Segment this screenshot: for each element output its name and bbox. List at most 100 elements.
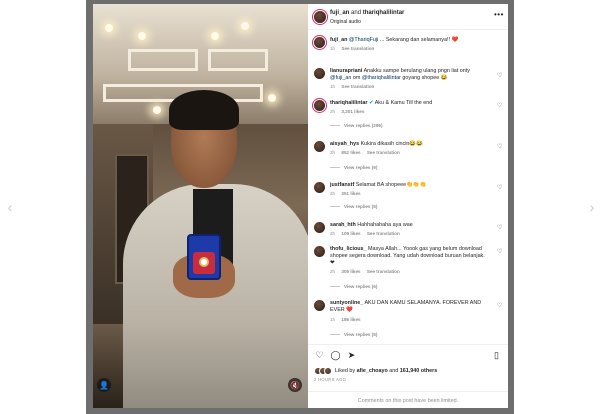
audio-label[interactable]: Original audio <box>330 19 361 25</box>
verified-badge-icon: ✔ <box>368 100 374 106</box>
post-panel: fuji_an and thariqhalilintar Original au… <box>308 4 508 408</box>
ceiling-light <box>105 24 113 32</box>
avatar[interactable] <box>314 300 325 311</box>
ring-gem <box>199 257 209 267</box>
ceiling-light <box>138 32 146 40</box>
share-icon[interactable]: ➤ <box>346 350 357 361</box>
likes-text: Liked by afie_choayo and 161,940 others <box>335 368 437 374</box>
liker-username[interactable]: afie_choayo <box>357 368 388 374</box>
comments-list[interactable]: fuji_an @ThariqFuji ... Sekarang dan sel… <box>308 34 508 344</box>
mention-link[interactable]: Fuji <box>370 37 379 43</box>
comment-username[interactable]: fuji_an <box>330 37 347 43</box>
comment-likes[interactable]: 305 likes <box>341 269 360 274</box>
likes-summary: Liked by afie_choayo and 161,940 others <box>314 367 437 375</box>
view-replies-button[interactable]: View replies (5) <box>330 204 377 209</box>
comment-likes[interactable]: 351 likes <box>341 191 360 196</box>
person-hair <box>169 90 239 130</box>
like-comment-icon[interactable]: ♡ <box>497 184 502 191</box>
comment-username[interactable]: lianurapriani <box>330 68 362 74</box>
action-bar: ♡ ◯ ➤ ▯ Liked by afie_choayo and 161,940… <box>308 344 508 408</box>
see-translation-button[interactable]: See translation <box>341 46 374 51</box>
avatar[interactable] <box>314 37 325 48</box>
likes-prefix: Liked by <box>335 368 356 374</box>
collab-username[interactable]: thariqhalilintar <box>363 10 405 16</box>
comment-username[interactable]: thofu_licious_ <box>330 246 367 252</box>
avatar[interactable] <box>314 222 325 233</box>
like-icon[interactable]: ♡ <box>314 350 325 361</box>
comment-content: om <box>351 75 362 81</box>
next-post-icon[interactable]: › <box>584 199 600 215</box>
ceiling-light <box>211 32 219 40</box>
comment-username[interactable]: sarah_hth <box>330 222 356 228</box>
comment-time[interactable]: 2h <box>330 191 335 196</box>
likes-count[interactable]: 161,940 others <box>400 368 437 374</box>
comment-text: sarah_hth Hahhahahaha aya wae <box>330 222 490 229</box>
see-translation-button[interactable]: See translation <box>367 269 400 274</box>
comment-time[interactable]: 1h <box>330 46 335 51</box>
comment-likes[interactable]: 109 likes <box>341 231 360 236</box>
comment-username[interactable]: thariqhalilintar <box>330 100 367 106</box>
view-replies-button[interactable]: View replies (296) <box>330 123 382 128</box>
avatar[interactable] <box>314 246 325 257</box>
see-translation-button[interactable]: See translation <box>367 231 400 236</box>
user-tag-icon[interactable]: 👤 <box>97 378 111 392</box>
comment-content: Aku & Kamu Till the end <box>374 100 433 106</box>
comment-username[interactable]: aisyah_hys <box>330 141 359 147</box>
previous-post-icon[interactable]: ‹ <box>2 199 18 215</box>
avatar[interactable] <box>314 100 325 111</box>
comment-likes[interactable]: 186 likes <box>341 317 360 322</box>
comment-content: Hahhahahaha aya wae <box>357 222 413 228</box>
like-comment-icon[interactable]: ♡ <box>497 102 502 109</box>
comment-meta: 1h 186 likes <box>330 317 366 322</box>
comment-username[interactable]: suntyonline_ <box>330 300 363 306</box>
save-icon[interactable]: ▯ <box>491 350 502 361</box>
avatar[interactable] <box>314 182 325 193</box>
avatar[interactable] <box>314 68 325 79</box>
comment-likes[interactable]: 3,201 likes <box>341 109 364 114</box>
author-avatar[interactable] <box>314 11 326 23</box>
comment-time[interactable]: 2h <box>330 231 335 236</box>
ceiling-frame <box>128 49 198 71</box>
likes-joiner: and <box>389 368 399 374</box>
mention-link[interactable]: @fuji_an <box>330 75 351 81</box>
post-header: fuji_an and thariqhalilintar Original au… <box>308 4 508 30</box>
like-comment-icon[interactable]: ♡ <box>497 143 502 150</box>
post-video[interactable] <box>93 4 308 408</box>
comment-meta: 2h 109 likes See translation <box>330 231 405 236</box>
ceiling-light <box>153 106 161 114</box>
view-replies-button[interactable]: View replies (9) <box>330 165 377 170</box>
comment-meta: 2h 852 likes See translation <box>330 150 405 155</box>
comment-content: Kukira dikasih cincin😂😂 <box>360 141 423 147</box>
view-replies-button[interactable]: View replies (6) <box>330 284 377 289</box>
author-username[interactable]: fuji_an <box>330 10 349 16</box>
comment-time[interactable]: 1h <box>330 317 335 322</box>
mention-link[interactable]: @Thariq <box>349 37 370 43</box>
like-comment-icon[interactable]: ♡ <box>497 72 502 79</box>
overlay-right <box>508 0 514 414</box>
post-time[interactable]: 2 HOURS AGO <box>314 377 346 382</box>
see-translation-button[interactable]: See translation <box>367 150 400 155</box>
avatar[interactable] <box>314 141 325 152</box>
comment-text: aisyah_hys Kukira dikasih cincin😂😂 <box>330 141 490 148</box>
see-translation-button[interactable]: See translation <box>341 84 374 89</box>
comment-content: goyang shopee 😂 <box>400 75 448 81</box>
comment-likes[interactable]: 852 likes <box>341 150 360 155</box>
mention-link[interactable]: @thariqhalilintar <box>362 75 401 81</box>
comment-time[interactable]: 2h <box>330 109 335 114</box>
liker-avatar[interactable] <box>324 367 332 375</box>
more-options-icon[interactable]: ••• <box>494 10 504 19</box>
comment-icon[interactable]: ◯ <box>330 350 341 361</box>
mute-icon[interactable]: 🔇 <box>288 378 302 392</box>
comment-time[interactable]: 1h <box>330 84 335 89</box>
comment-meta: 2h 3,201 likes <box>330 109 369 114</box>
comment-username[interactable]: justfanstf <box>330 182 354 188</box>
view-replies-button[interactable]: View replies (5) <box>330 332 377 337</box>
comment-text: justfanstf Selamat BA shopeee👏👏👏 <box>330 182 490 189</box>
like-comment-icon[interactable]: ♡ <box>497 224 502 231</box>
comment-time[interactable]: 2h <box>330 150 335 155</box>
like-comment-icon[interactable]: ♡ <box>497 248 502 255</box>
ceiling-light <box>241 22 249 30</box>
comment-meta: 2h 305 likes See translation <box>330 269 405 274</box>
comment-time[interactable]: 2h <box>330 269 335 274</box>
like-comment-icon[interactable]: ♡ <box>497 302 502 309</box>
